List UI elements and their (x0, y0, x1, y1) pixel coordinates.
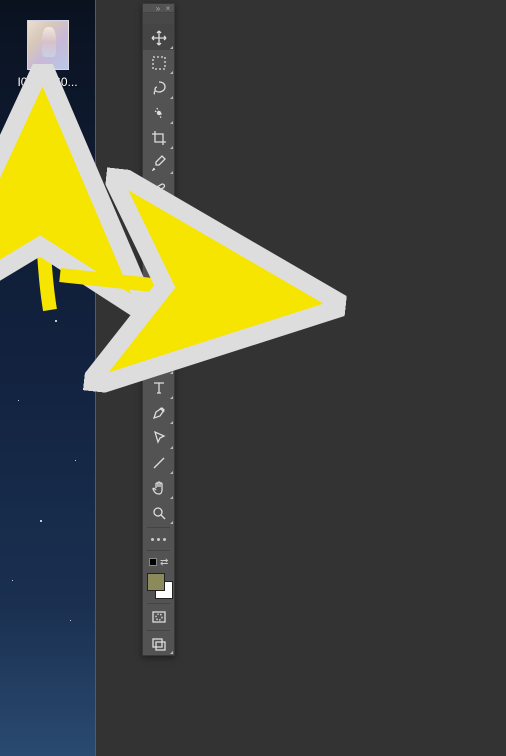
hand-icon (151, 480, 167, 496)
desktop-background: I0001360... (0, 0, 95, 756)
blur-icon (151, 330, 167, 346)
move-tool[interactable] (143, 25, 174, 50)
quick-mask-icon (151, 609, 167, 625)
hand-tool[interactable] (143, 475, 174, 500)
eraser-tool[interactable] (143, 275, 174, 300)
bandage-icon (151, 180, 167, 196)
close-icon[interactable]: × (165, 5, 171, 11)
toolbox-header: » × (143, 4, 174, 13)
gradient-tool[interactable] (143, 300, 174, 325)
file-thumbnail (27, 20, 69, 70)
clone-stamp-tool[interactable] (143, 225, 174, 250)
eyedropper-icon (151, 155, 167, 171)
edit-toolbar-button[interactable] (143, 530, 174, 548)
blur-tool[interactable] (143, 325, 174, 350)
line-icon (151, 455, 167, 471)
dodge-tool[interactable] (143, 350, 174, 375)
toolbox-tab[interactable] (143, 13, 174, 25)
eyedropper-tool[interactable] (143, 150, 174, 175)
line-tool[interactable] (143, 450, 174, 475)
marquee-icon (151, 55, 167, 71)
photoshop-window: » × (95, 0, 506, 756)
brush-tool[interactable] (143, 200, 174, 225)
file-label: I0001360... (10, 75, 85, 89)
collapse-icon[interactable]: » (155, 5, 161, 11)
gradient-icon (151, 305, 167, 321)
crop-tool[interactable] (143, 125, 174, 150)
screen-mode-button[interactable] (143, 633, 174, 655)
history-brush-tool[interactable] (143, 250, 174, 275)
color-swatches[interactable] (143, 573, 174, 601)
foreground-color-swatch[interactable] (147, 573, 165, 591)
type-tool[interactable] (143, 375, 174, 400)
pen-tool[interactable] (143, 400, 174, 425)
zoom-tool[interactable] (143, 500, 174, 525)
marquee-tool[interactable] (143, 50, 174, 75)
lasso-icon (151, 80, 167, 96)
desktop-file-icon[interactable]: I0001360... (10, 20, 85, 89)
dodge-icon (151, 355, 167, 371)
lasso-tool[interactable] (143, 75, 174, 100)
move-icon (151, 30, 167, 46)
zoom-icon (151, 505, 167, 521)
quick-mask-button[interactable] (143, 606, 174, 628)
type-icon (151, 380, 167, 396)
quick-select-icon (151, 105, 167, 121)
screen-mode-icon (151, 636, 167, 652)
healing-brush-tool[interactable] (143, 175, 174, 200)
default-colors-icon[interactable] (149, 558, 157, 566)
pen-icon (151, 405, 167, 421)
crop-icon (151, 130, 167, 146)
tools-panel: » × (142, 3, 175, 656)
path-select-icon (151, 430, 167, 446)
swap-colors-icon[interactable]: ⇄ (160, 557, 168, 568)
history-brush-icon (151, 255, 167, 271)
brush-icon (151, 205, 167, 221)
path-select-tool[interactable] (143, 425, 174, 450)
quick-select-tool[interactable] (143, 100, 174, 125)
eraser-icon (151, 280, 167, 296)
stamp-icon (151, 230, 167, 246)
